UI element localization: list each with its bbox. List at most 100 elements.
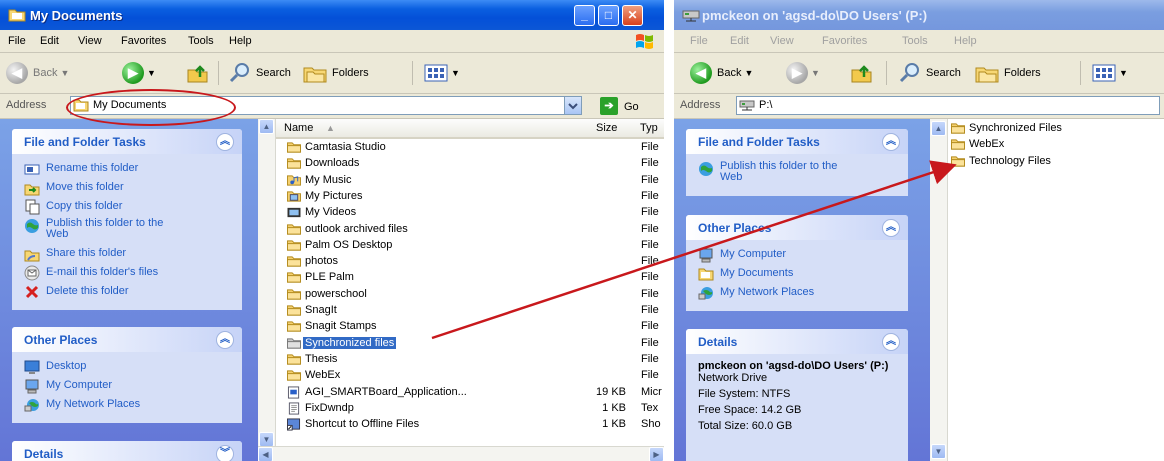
go-arrow-icon[interactable]: ➔ bbox=[600, 97, 618, 115]
menu-edit[interactable]: Edit bbox=[730, 35, 749, 47]
menu-edit[interactable]: Edit bbox=[40, 35, 59, 47]
minimize-button[interactable]: _ bbox=[574, 5, 595, 26]
menu-favorites[interactable]: Favorites bbox=[822, 35, 867, 47]
collapse-icon[interactable]: ︽ bbox=[882, 133, 900, 151]
views-button[interactable]: ▼ bbox=[1092, 61, 1128, 85]
file-row[interactable]: Snagit Stamps File bbox=[286, 319, 662, 335]
other-place-item[interactable]: My Computer bbox=[12, 377, 242, 396]
publish-web-icon bbox=[699, 162, 713, 176]
task-item[interactable]: E-mail this folder's files bbox=[12, 264, 242, 283]
close-icon: ✕ bbox=[627, 8, 638, 22]
go-label[interactable]: Go bbox=[624, 101, 639, 113]
panel-header[interactable]: Details ︾ bbox=[12, 441, 242, 461]
menu-help[interactable]: Help bbox=[229, 35, 252, 47]
file-name: Camtasia Studio bbox=[305, 141, 386, 153]
maximize-button[interactable]: □ bbox=[598, 5, 619, 26]
file-row[interactable]: Synchronized files File bbox=[286, 336, 662, 352]
file-row[interactable]: Downloads File bbox=[286, 156, 662, 172]
menu-tools[interactable]: Tools bbox=[902, 35, 928, 47]
address-dropdown-button[interactable] bbox=[564, 97, 581, 114]
file-type: Micr bbox=[641, 385, 662, 398]
task-item[interactable]: Rename this folder bbox=[12, 160, 242, 179]
file-row[interactable]: Technology Files bbox=[950, 154, 1150, 170]
file-row[interactable]: WebEx bbox=[950, 137, 1150, 153]
scroll-up-icon[interactable]: ▲ bbox=[931, 121, 946, 136]
menu-view[interactable]: View bbox=[770, 35, 794, 47]
file-type: File bbox=[641, 189, 659, 202]
file-row[interactable]: AGI_SMARTBoard_Application... 19 KB Micr bbox=[286, 385, 662, 401]
panel-header[interactable]: File and Folder Tasks ︽ bbox=[12, 129, 242, 154]
file-row[interactable]: Thesis File bbox=[286, 352, 662, 368]
file-row[interactable]: My Pictures File bbox=[286, 189, 662, 205]
file-row[interactable]: photos File bbox=[286, 254, 662, 270]
file-row[interactable]: Camtasia Studio File bbox=[286, 140, 662, 156]
task-item[interactable]: Move this folder bbox=[12, 179, 242, 198]
column-size[interactable]: Size bbox=[596, 122, 617, 134]
scroll-left-icon[interactable]: ◀ bbox=[258, 447, 273, 461]
title-bar[interactable]: pmckeon on 'agsd-do\DO Users' (P:) bbox=[674, 0, 1164, 30]
file-row[interactable]: My Videos File bbox=[286, 205, 662, 221]
file-row[interactable]: Palm OS Desktop File bbox=[286, 238, 662, 254]
menu-view[interactable]: View bbox=[78, 35, 102, 47]
forward-button[interactable]: ▶ ▼ bbox=[786, 61, 820, 85]
task-item[interactable]: Publish this folder to the Web bbox=[686, 160, 908, 188]
forward-button[interactable]: ▶ ▼ bbox=[122, 61, 156, 85]
panel-header[interactable]: File and Folder Tasks ︽ bbox=[686, 129, 908, 154]
file-row[interactable]: WebEx File bbox=[286, 368, 662, 384]
forward-arrow-icon: ▶ bbox=[122, 62, 144, 84]
panel-header[interactable]: Other Places ︽ bbox=[686, 215, 908, 240]
column-type[interactable]: Typ bbox=[640, 122, 658, 134]
scroll-down-icon[interactable]: ▼ bbox=[259, 432, 274, 447]
up-folder-icon[interactable] bbox=[850, 61, 874, 85]
menu-favorites[interactable]: Favorites bbox=[121, 35, 166, 47]
file-row[interactable]: outlook archived files File bbox=[286, 222, 662, 238]
search-button[interactable]: Search bbox=[898, 61, 961, 85]
up-folder-icon[interactable] bbox=[186, 61, 210, 85]
vertical-scrollbar[interactable]: ▲ ▼ bbox=[930, 119, 948, 461]
file-row[interactable]: PLE Palm File bbox=[286, 270, 662, 286]
folder-icon bbox=[951, 139, 965, 150]
task-item[interactable]: Publish this folder to the Web bbox=[12, 217, 242, 245]
address-input[interactable]: P:\ bbox=[736, 96, 1160, 115]
column-name[interactable]: Name bbox=[284, 122, 313, 134]
views-button[interactable]: ▼ bbox=[424, 61, 460, 85]
back-button[interactable]: ◀ Back ▼ bbox=[690, 61, 753, 85]
menu-tools[interactable]: Tools bbox=[188, 35, 214, 47]
other-place-item[interactable]: Desktop bbox=[12, 358, 242, 377]
horizontal-scrollbar[interactable]: ◀ ▶ bbox=[258, 446, 664, 461]
task-item[interactable]: Delete this folder bbox=[12, 283, 242, 302]
file-row[interactable]: FixDwndp 1 KB Tex bbox=[286, 401, 662, 417]
collapse-icon[interactable]: ︽ bbox=[882, 219, 900, 237]
task-item[interactable]: Share this folder bbox=[12, 245, 242, 264]
other-place-item[interactable]: My Network Places bbox=[686, 284, 908, 303]
scroll-up-icon[interactable]: ▲ bbox=[259, 119, 274, 134]
close-button[interactable]: ✕ bbox=[622, 5, 643, 26]
menu-file[interactable]: File bbox=[8, 35, 26, 47]
menu-file[interactable]: File bbox=[690, 35, 708, 47]
scroll-down-icon[interactable]: ▼ bbox=[931, 444, 946, 459]
title-bar[interactable]: My Documents _ □ ✕ bbox=[0, 0, 664, 30]
other-place-item[interactable]: My Documents bbox=[686, 265, 908, 284]
panel-header[interactable]: Other Places ︽ bbox=[12, 327, 242, 352]
collapse-icon[interactable]: ︽ bbox=[216, 331, 234, 349]
other-place-item[interactable]: My Network Places bbox=[12, 396, 242, 415]
menu-help[interactable]: Help bbox=[954, 35, 977, 47]
file-row[interactable]: Shortcut to Offline Files 1 KB Sho bbox=[286, 417, 662, 433]
expand-icon[interactable]: ︾ bbox=[216, 445, 234, 461]
folders-button[interactable]: Folders bbox=[974, 61, 1041, 85]
other-place-item[interactable]: My Computer bbox=[686, 246, 908, 265]
scroll-right-icon[interactable]: ▶ bbox=[649, 447, 664, 461]
back-button[interactable]: ◀ Back ▼ bbox=[6, 61, 69, 85]
folders-button[interactable]: Folders bbox=[302, 61, 369, 85]
file-row[interactable]: powerschool File bbox=[286, 287, 662, 303]
search-button[interactable]: Search bbox=[228, 61, 291, 85]
task-item[interactable]: Copy this folder bbox=[12, 198, 242, 217]
folder-icon bbox=[287, 289, 301, 300]
file-row[interactable]: My Music File bbox=[286, 173, 662, 189]
panel-header[interactable]: Details ︽ bbox=[686, 329, 908, 354]
collapse-icon[interactable]: ︽ bbox=[882, 333, 900, 351]
collapse-icon[interactable]: ︽ bbox=[216, 133, 234, 151]
file-row[interactable]: Synchronized Files bbox=[950, 121, 1150, 137]
file-row[interactable]: SnagIt File bbox=[286, 303, 662, 319]
vertical-scrollbar[interactable]: ▲ ▼ bbox=[258, 119, 276, 461]
